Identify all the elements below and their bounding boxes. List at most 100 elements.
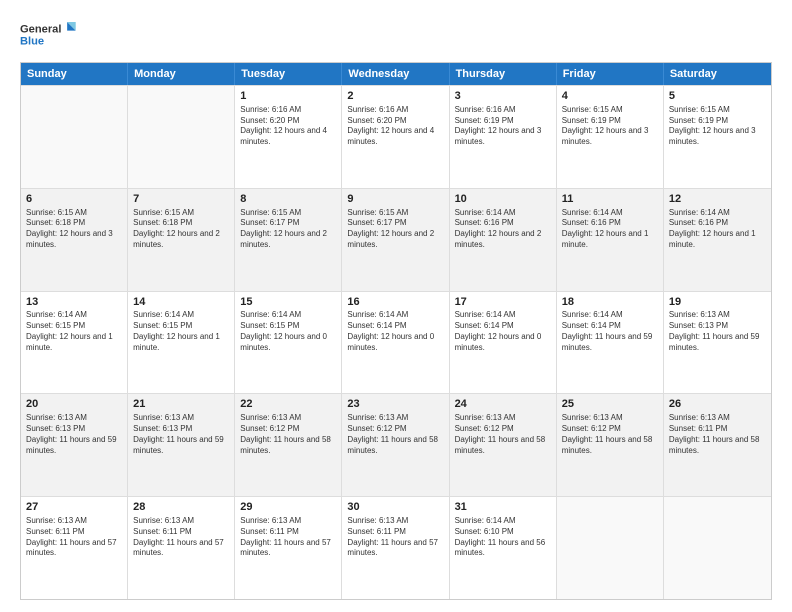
day-number: 4	[562, 89, 658, 104]
day-number: 20	[26, 397, 122, 412]
day-number: 11	[562, 192, 658, 207]
empty-cell	[557, 497, 664, 599]
day-cell-3: 3Sunrise: 6:16 AM Sunset: 6:19 PM Daylig…	[450, 86, 557, 188]
header-day-friday: Friday	[557, 63, 664, 85]
day-info: Sunrise: 6:15 AM Sunset: 6:18 PM Dayligh…	[26, 208, 122, 251]
day-number: 22	[240, 397, 336, 412]
day-info: Sunrise: 6:13 AM Sunset: 6:13 PM Dayligh…	[133, 413, 229, 456]
day-cell-13: 13Sunrise: 6:14 AM Sunset: 6:15 PM Dayli…	[21, 292, 128, 394]
calendar-week-5: 27Sunrise: 6:13 AM Sunset: 6:11 PM Dayli…	[21, 496, 771, 599]
svg-text:Blue: Blue	[20, 35, 44, 47]
header-day-tuesday: Tuesday	[235, 63, 342, 85]
day-number: 23	[347, 397, 443, 412]
day-cell-20: 20Sunrise: 6:13 AM Sunset: 6:13 PM Dayli…	[21, 394, 128, 496]
calendar: SundayMondayTuesdayWednesdayThursdayFrid…	[20, 62, 772, 600]
calendar-week-1: 1Sunrise: 6:16 AM Sunset: 6:20 PM Daylig…	[21, 85, 771, 188]
header-day-saturday: Saturday	[664, 63, 771, 85]
day-info: Sunrise: 6:13 AM Sunset: 6:13 PM Dayligh…	[669, 310, 766, 353]
day-number: 21	[133, 397, 229, 412]
day-number: 29	[240, 500, 336, 515]
day-number: 1	[240, 89, 336, 104]
day-cell-12: 12Sunrise: 6:14 AM Sunset: 6:16 PM Dayli…	[664, 189, 771, 291]
header-day-monday: Monday	[128, 63, 235, 85]
day-info: Sunrise: 6:13 AM Sunset: 6:12 PM Dayligh…	[347, 413, 443, 456]
day-cell-22: 22Sunrise: 6:13 AM Sunset: 6:12 PM Dayli…	[235, 394, 342, 496]
day-cell-2: 2Sunrise: 6:16 AM Sunset: 6:20 PM Daylig…	[342, 86, 449, 188]
day-number: 8	[240, 192, 336, 207]
day-info: Sunrise: 6:15 AM Sunset: 6:19 PM Dayligh…	[669, 105, 766, 148]
day-info: Sunrise: 6:14 AM Sunset: 6:16 PM Dayligh…	[669, 208, 766, 251]
day-number: 13	[26, 295, 122, 310]
empty-cell	[664, 497, 771, 599]
day-cell-15: 15Sunrise: 6:14 AM Sunset: 6:15 PM Dayli…	[235, 292, 342, 394]
day-info: Sunrise: 6:15 AM Sunset: 6:17 PM Dayligh…	[240, 208, 336, 251]
day-number: 16	[347, 295, 443, 310]
calendar-week-3: 13Sunrise: 6:14 AM Sunset: 6:15 PM Dayli…	[21, 291, 771, 394]
day-number: 27	[26, 500, 122, 515]
page-header: GeneralBlue	[20, 16, 772, 52]
calendar-week-4: 20Sunrise: 6:13 AM Sunset: 6:13 PM Dayli…	[21, 393, 771, 496]
day-info: Sunrise: 6:14 AM Sunset: 6:16 PM Dayligh…	[562, 208, 658, 251]
day-cell-6: 6Sunrise: 6:15 AM Sunset: 6:18 PM Daylig…	[21, 189, 128, 291]
day-cell-11: 11Sunrise: 6:14 AM Sunset: 6:16 PM Dayli…	[557, 189, 664, 291]
day-cell-4: 4Sunrise: 6:15 AM Sunset: 6:19 PM Daylig…	[557, 86, 664, 188]
calendar-header: SundayMondayTuesdayWednesdayThursdayFrid…	[21, 63, 771, 85]
day-cell-30: 30Sunrise: 6:13 AM Sunset: 6:11 PM Dayli…	[342, 497, 449, 599]
day-cell-5: 5Sunrise: 6:15 AM Sunset: 6:19 PM Daylig…	[664, 86, 771, 188]
day-cell-17: 17Sunrise: 6:14 AM Sunset: 6:14 PM Dayli…	[450, 292, 557, 394]
day-cell-29: 29Sunrise: 6:13 AM Sunset: 6:11 PM Dayli…	[235, 497, 342, 599]
day-number: 2	[347, 89, 443, 104]
empty-cell	[128, 86, 235, 188]
day-cell-14: 14Sunrise: 6:14 AM Sunset: 6:15 PM Dayli…	[128, 292, 235, 394]
day-cell-9: 9Sunrise: 6:15 AM Sunset: 6:17 PM Daylig…	[342, 189, 449, 291]
day-info: Sunrise: 6:14 AM Sunset: 6:14 PM Dayligh…	[562, 310, 658, 353]
day-number: 19	[669, 295, 766, 310]
day-cell-8: 8Sunrise: 6:15 AM Sunset: 6:17 PM Daylig…	[235, 189, 342, 291]
day-info: Sunrise: 6:15 AM Sunset: 6:17 PM Dayligh…	[347, 208, 443, 251]
day-cell-10: 10Sunrise: 6:14 AM Sunset: 6:16 PM Dayli…	[450, 189, 557, 291]
day-info: Sunrise: 6:16 AM Sunset: 6:20 PM Dayligh…	[240, 105, 336, 148]
day-cell-31: 31Sunrise: 6:14 AM Sunset: 6:10 PM Dayli…	[450, 497, 557, 599]
day-cell-23: 23Sunrise: 6:13 AM Sunset: 6:12 PM Dayli…	[342, 394, 449, 496]
day-number: 5	[669, 89, 766, 104]
empty-cell	[21, 86, 128, 188]
day-info: Sunrise: 6:14 AM Sunset: 6:10 PM Dayligh…	[455, 516, 551, 559]
day-info: Sunrise: 6:13 AM Sunset: 6:12 PM Dayligh…	[562, 413, 658, 456]
logo-svg: GeneralBlue	[20, 16, 80, 52]
header-day-wednesday: Wednesday	[342, 63, 449, 85]
day-info: Sunrise: 6:14 AM Sunset: 6:16 PM Dayligh…	[455, 208, 551, 251]
day-number: 3	[455, 89, 551, 104]
calendar-body: 1Sunrise: 6:16 AM Sunset: 6:20 PM Daylig…	[21, 85, 771, 599]
logo: GeneralBlue	[20, 16, 80, 52]
day-cell-21: 21Sunrise: 6:13 AM Sunset: 6:13 PM Dayli…	[128, 394, 235, 496]
day-info: Sunrise: 6:13 AM Sunset: 6:11 PM Dayligh…	[347, 516, 443, 559]
day-info: Sunrise: 6:13 AM Sunset: 6:12 PM Dayligh…	[455, 413, 551, 456]
day-info: Sunrise: 6:15 AM Sunset: 6:18 PM Dayligh…	[133, 208, 229, 251]
day-info: Sunrise: 6:13 AM Sunset: 6:11 PM Dayligh…	[240, 516, 336, 559]
day-number: 10	[455, 192, 551, 207]
day-info: Sunrise: 6:13 AM Sunset: 6:11 PM Dayligh…	[26, 516, 122, 559]
day-info: Sunrise: 6:13 AM Sunset: 6:12 PM Dayligh…	[240, 413, 336, 456]
header-day-thursday: Thursday	[450, 63, 557, 85]
calendar-week-2: 6Sunrise: 6:15 AM Sunset: 6:18 PM Daylig…	[21, 188, 771, 291]
day-cell-1: 1Sunrise: 6:16 AM Sunset: 6:20 PM Daylig…	[235, 86, 342, 188]
day-number: 15	[240, 295, 336, 310]
day-info: Sunrise: 6:13 AM Sunset: 6:13 PM Dayligh…	[26, 413, 122, 456]
day-number: 30	[347, 500, 443, 515]
day-number: 26	[669, 397, 766, 412]
day-cell-25: 25Sunrise: 6:13 AM Sunset: 6:12 PM Dayli…	[557, 394, 664, 496]
day-info: Sunrise: 6:15 AM Sunset: 6:19 PM Dayligh…	[562, 105, 658, 148]
header-day-sunday: Sunday	[21, 63, 128, 85]
day-number: 17	[455, 295, 551, 310]
day-cell-7: 7Sunrise: 6:15 AM Sunset: 6:18 PM Daylig…	[128, 189, 235, 291]
day-number: 7	[133, 192, 229, 207]
day-info: Sunrise: 6:14 AM Sunset: 6:15 PM Dayligh…	[26, 310, 122, 353]
day-cell-24: 24Sunrise: 6:13 AM Sunset: 6:12 PM Dayli…	[450, 394, 557, 496]
day-number: 31	[455, 500, 551, 515]
day-info: Sunrise: 6:13 AM Sunset: 6:11 PM Dayligh…	[669, 413, 766, 456]
day-number: 12	[669, 192, 766, 207]
day-info: Sunrise: 6:13 AM Sunset: 6:11 PM Dayligh…	[133, 516, 229, 559]
day-number: 28	[133, 500, 229, 515]
day-info: Sunrise: 6:16 AM Sunset: 6:19 PM Dayligh…	[455, 105, 551, 148]
day-cell-26: 26Sunrise: 6:13 AM Sunset: 6:11 PM Dayli…	[664, 394, 771, 496]
